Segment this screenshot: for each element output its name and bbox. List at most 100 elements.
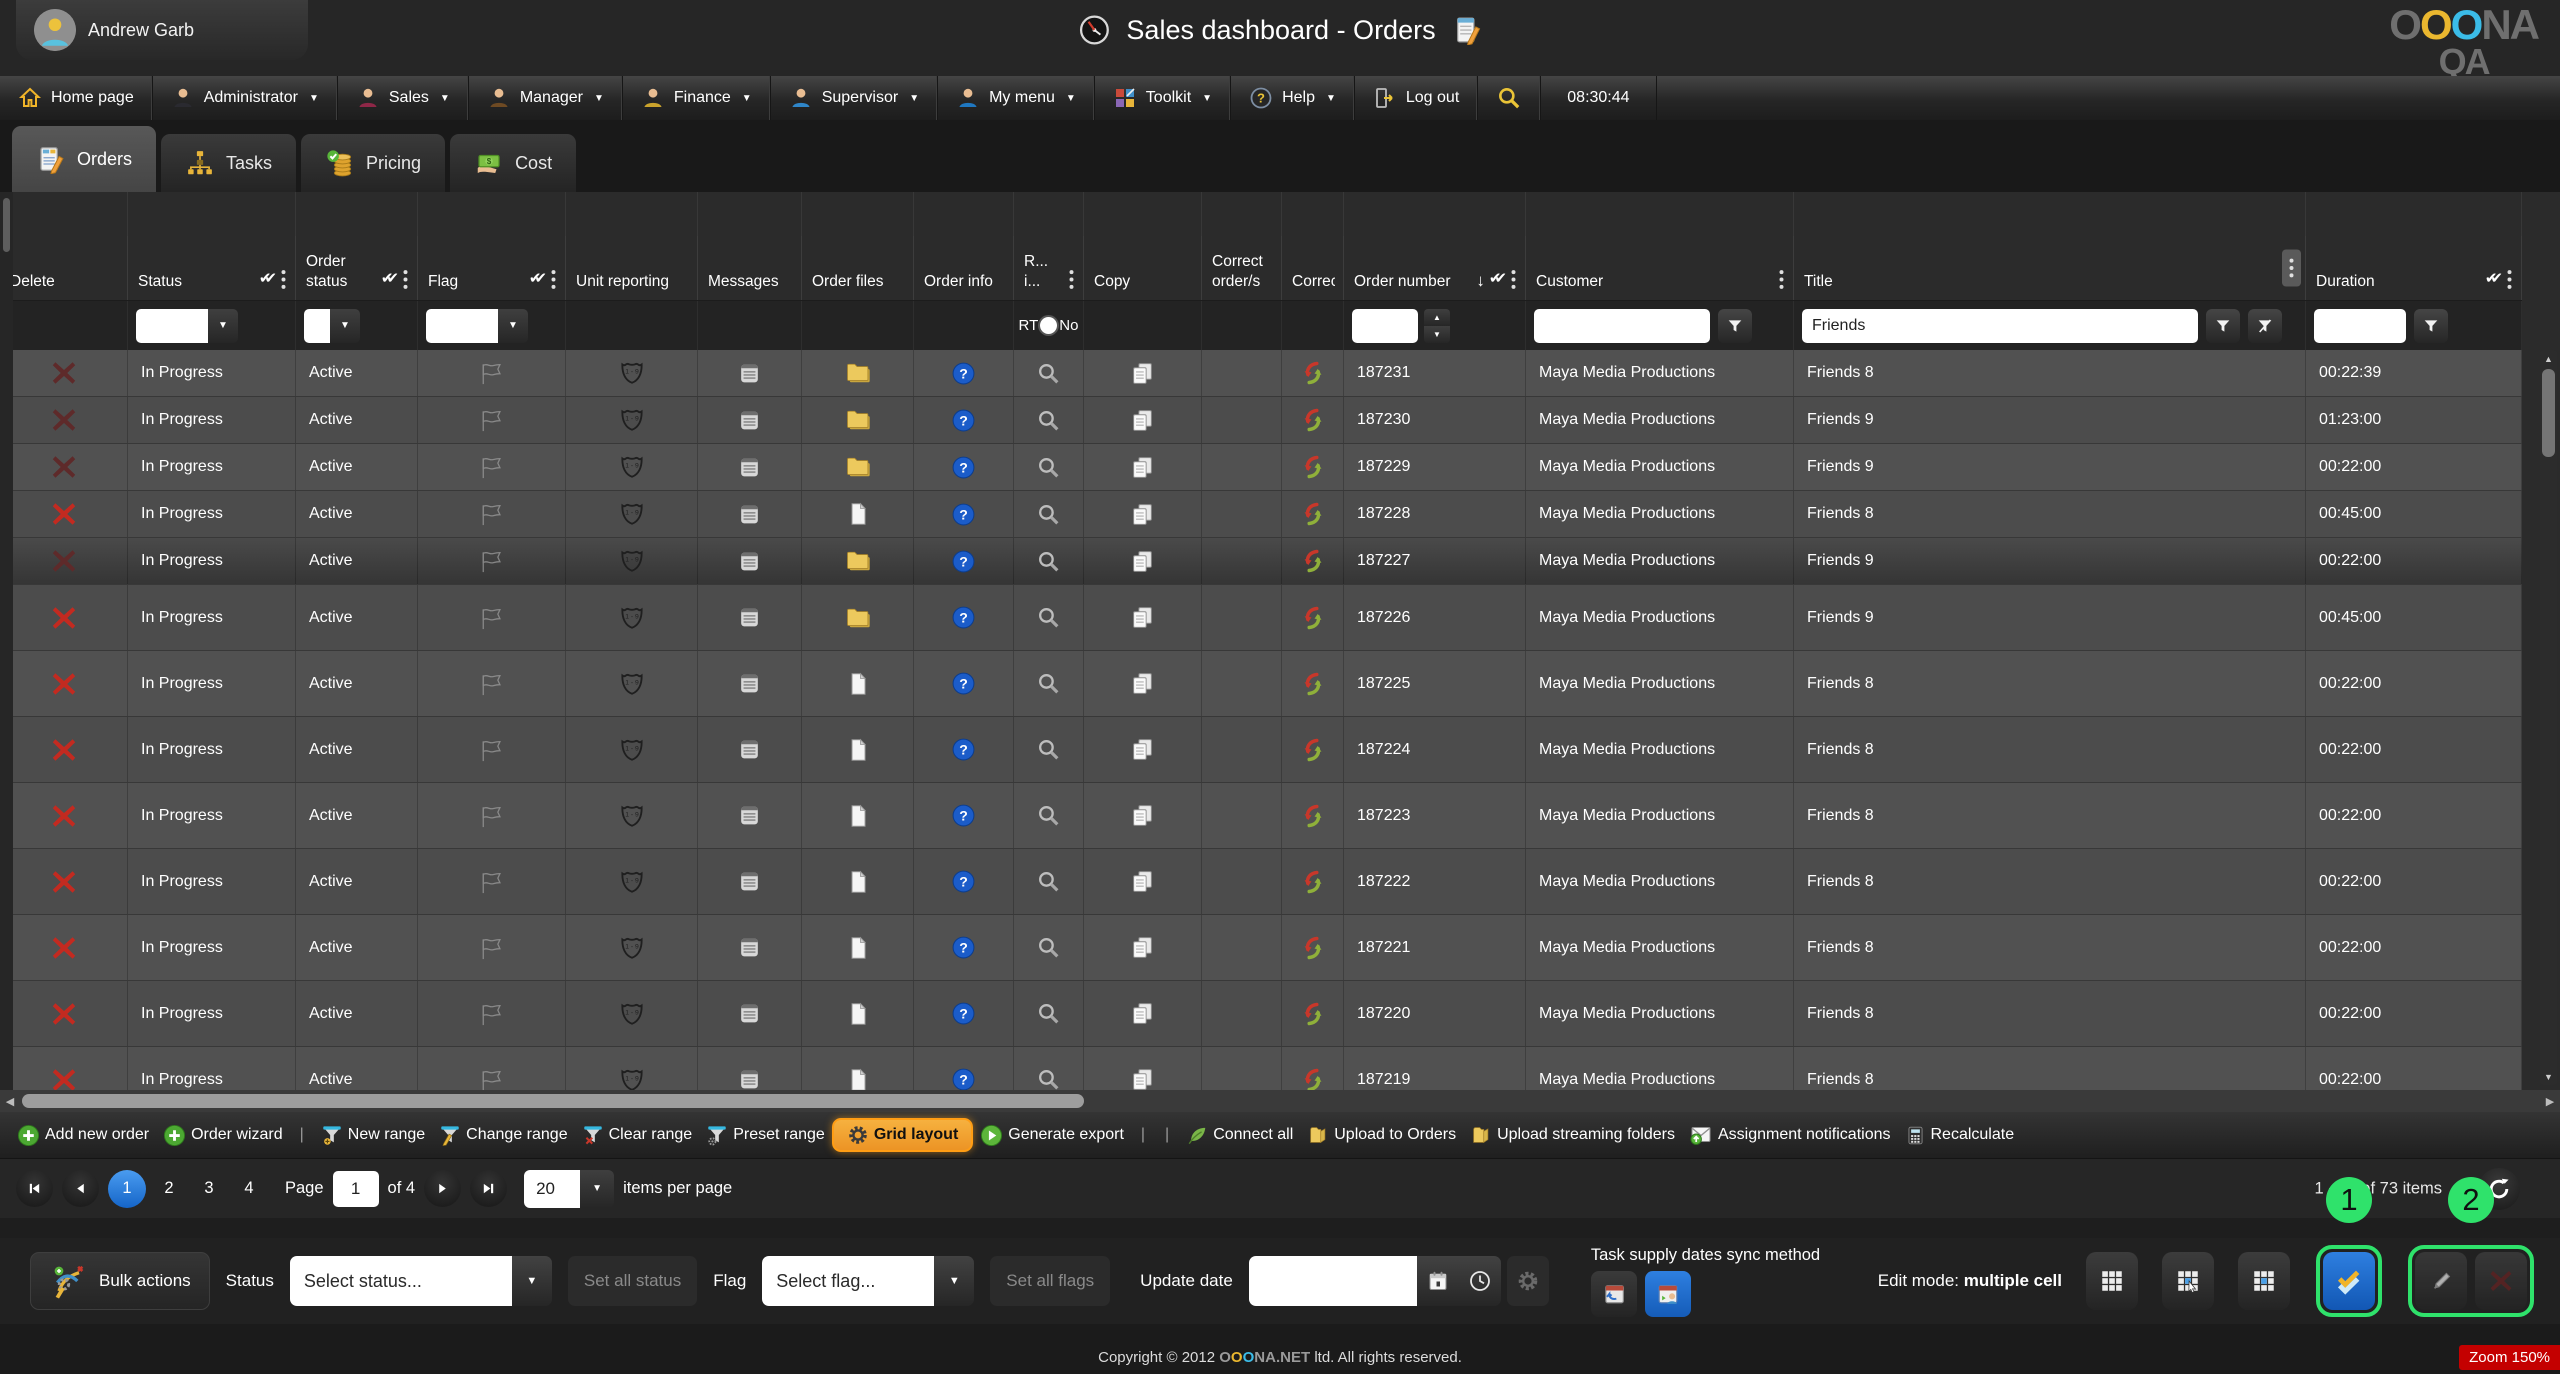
view-details-magnifier-icon[interactable] [1036, 361, 1061, 386]
customer-filter-input[interactable] [1534, 309, 1710, 343]
column-header-rt[interactable]: R... i... [1014, 236, 1084, 300]
order-info-icon[interactable]: ? [951, 361, 976, 386]
order-info-icon[interactable]: ? [951, 935, 976, 960]
scroll-right-icon[interactable]: ▶ [2540, 1095, 2560, 1108]
order-row-187220[interactable]: In ProgressActive1 - 9?187220Maya Media … [0, 981, 2522, 1047]
page-2[interactable]: 2 [152, 1179, 186, 1198]
column-header-copy[interactable]: Copy [1084, 236, 1202, 300]
double-check-icon[interactable]: ✔✔ [2485, 270, 2503, 289]
order-row-187223[interactable]: In ProgressActive1 - 9?187223Maya Media … [0, 783, 2522, 849]
column-header-title[interactable]: Title [1794, 236, 2306, 300]
messages-icon[interactable] [737, 549, 762, 574]
delete-order-icon[interactable] [50, 934, 78, 962]
search-button[interactable] [1478, 76, 1541, 120]
chevron-down-icon[interactable]: ▼ [512, 1256, 552, 1306]
view-details-magnifier-icon[interactable] [1036, 455, 1061, 480]
tab-orders[interactable]: Orders [12, 126, 156, 192]
delete-order-icon[interactable] [50, 500, 78, 528]
correct-order-icon[interactable] [1300, 1067, 1326, 1091]
menu-item-manager[interactable]: Manager▼ [469, 76, 623, 120]
column-header-delete[interactable]: Delete [0, 236, 128, 300]
order-info-icon[interactable]: ? [951, 1001, 976, 1026]
column-header-flag[interactable]: Flag✔✔ [418, 236, 566, 300]
copy-order-icon[interactable] [1130, 361, 1155, 386]
copy-order-icon[interactable] [1130, 408, 1155, 433]
unit-reporting-icon[interactable]: 1 - 9 [617, 999, 647, 1029]
order-info-icon[interactable]: ? [951, 671, 976, 696]
toolbar-generate-export-button[interactable]: Generate export [973, 1120, 1131, 1151]
view-details-magnifier-icon[interactable] [1036, 502, 1061, 527]
column-header-unit_reporting[interactable]: Unit reporting [566, 236, 698, 300]
order-row-187224[interactable]: In ProgressActive1 - 9?187224Maya Media … [0, 717, 2522, 783]
messages-icon[interactable] [737, 361, 762, 386]
delete-order-icon[interactable] [50, 453, 78, 481]
view-details-magnifier-icon[interactable] [1036, 803, 1061, 828]
set-all-flags-button[interactable]: Set all flags [990, 1256, 1110, 1306]
vertical-scrollbar[interactable]: ▲ ▼ [2540, 350, 2557, 1085]
items-per-page-select[interactable]: 20 ▼ [524, 1170, 614, 1208]
column-header-status[interactable]: Status✔✔ [128, 236, 296, 300]
order-row-187227[interactable]: In ProgressActive1 - 9?187227Maya Media … [0, 538, 2522, 585]
double-check-icon[interactable]: ✔✔ [381, 270, 399, 289]
delete-order-icon[interactable] [50, 868, 78, 896]
user-chip[interactable]: Andrew Garb [16, 0, 308, 60]
order-files-folder-icon[interactable] [844, 453, 872, 481]
correct-order-icon[interactable] [1300, 671, 1326, 697]
menu-item-supervisor[interactable]: Supervisor▼ [771, 76, 938, 120]
order-info-icon[interactable]: ? [951, 408, 976, 433]
column-header-correct[interactable]: Correct [1282, 236, 1344, 300]
rt-filter-toggle[interactable]: RTNo [1019, 317, 1079, 334]
unit-reporting-icon[interactable]: 1 - 9 [617, 452, 647, 482]
messages-icon[interactable] [737, 803, 762, 828]
correct-order-icon[interactable] [1300, 869, 1326, 895]
chevron-down-icon[interactable]: ▼ [934, 1256, 974, 1306]
menu-item-finance[interactable]: Finance▼ [623, 76, 771, 120]
sync-assignee-dates-button[interactable] [1645, 1271, 1691, 1317]
delete-order-icon[interactable] [50, 1066, 78, 1091]
messages-icon[interactable] [737, 1001, 762, 1026]
column-header-duration[interactable]: Duration✔✔ [2306, 236, 2522, 300]
tab-cost[interactable]: $Cost [450, 134, 576, 192]
vertical-scroll-thumb[interactable] [2542, 369, 2555, 457]
column-header-customer[interactable]: Customer [1526, 236, 1794, 300]
order-row-187228[interactable]: In ProgressActive1 - 9?187228Maya Media … [0, 491, 2522, 538]
next-page-button[interactable] [424, 1170, 461, 1207]
scroll-up-icon[interactable]: ▲ [2540, 350, 2557, 367]
title-filter-input[interactable] [1802, 309, 2198, 343]
sync-supply-dates-button[interactable] [1591, 1271, 1637, 1317]
menu-item-log-out[interactable]: Log out [1355, 76, 1478, 120]
order-files-folder-icon[interactable] [844, 547, 872, 575]
column-header-messages[interactable]: Messages [698, 236, 802, 300]
messages-icon[interactable] [737, 455, 762, 480]
correct-order-icon[interactable] [1300, 605, 1326, 631]
order-row-187231[interactable]: In ProgressActive1 - 9?187231Maya Media … [0, 350, 2522, 397]
order-info-icon[interactable]: ? [951, 605, 976, 630]
gear-icon[interactable] [1507, 1256, 1549, 1306]
order-files-document-icon[interactable] [845, 869, 871, 895]
order-info-icon[interactable]: ? [951, 869, 976, 894]
delete-order-icon[interactable] [50, 1000, 78, 1028]
menu-item-home-page[interactable]: Home page [0, 76, 153, 120]
messages-icon[interactable] [737, 935, 762, 960]
order-info-icon[interactable]: ? [951, 737, 976, 762]
unit-reporting-icon[interactable]: 1 - 9 [617, 499, 647, 529]
calendar-icon[interactable] [1417, 1256, 1459, 1306]
menu-item-sales[interactable]: Sales▼ [338, 76, 469, 120]
scroll-down-icon[interactable]: ▼ [2540, 1068, 2557, 1085]
tab-pricing[interactable]: Pricing [301, 134, 445, 192]
unit-reporting-icon[interactable]: 1 - 9 [617, 735, 647, 765]
view-details-magnifier-icon[interactable] [1036, 935, 1061, 960]
order-number-filter-input[interactable] [1352, 309, 1418, 343]
correct-order-icon[interactable] [1300, 548, 1326, 574]
view-details-magnifier-icon[interactable] [1036, 408, 1061, 433]
unit-reporting-icon[interactable]: 1 - 9 [617, 669, 647, 699]
toolbar-new-range-button[interactable]: New range [314, 1120, 432, 1150]
messages-icon[interactable] [737, 408, 762, 433]
select-flag-dropdown[interactable]: Select flag... ▼ [762, 1256, 974, 1306]
copy-order-icon[interactable] [1130, 1001, 1155, 1026]
status-filter-dropdown[interactable]: ▼ [136, 309, 238, 343]
correct-order-icon[interactable] [1300, 360, 1326, 386]
toolbar-preset-range-button[interactable]: Preset range [699, 1120, 832, 1150]
delete-order-icon[interactable] [50, 359, 78, 387]
order-row-187230[interactable]: In ProgressActive1 - 9?187230Maya Media … [0, 397, 2522, 444]
